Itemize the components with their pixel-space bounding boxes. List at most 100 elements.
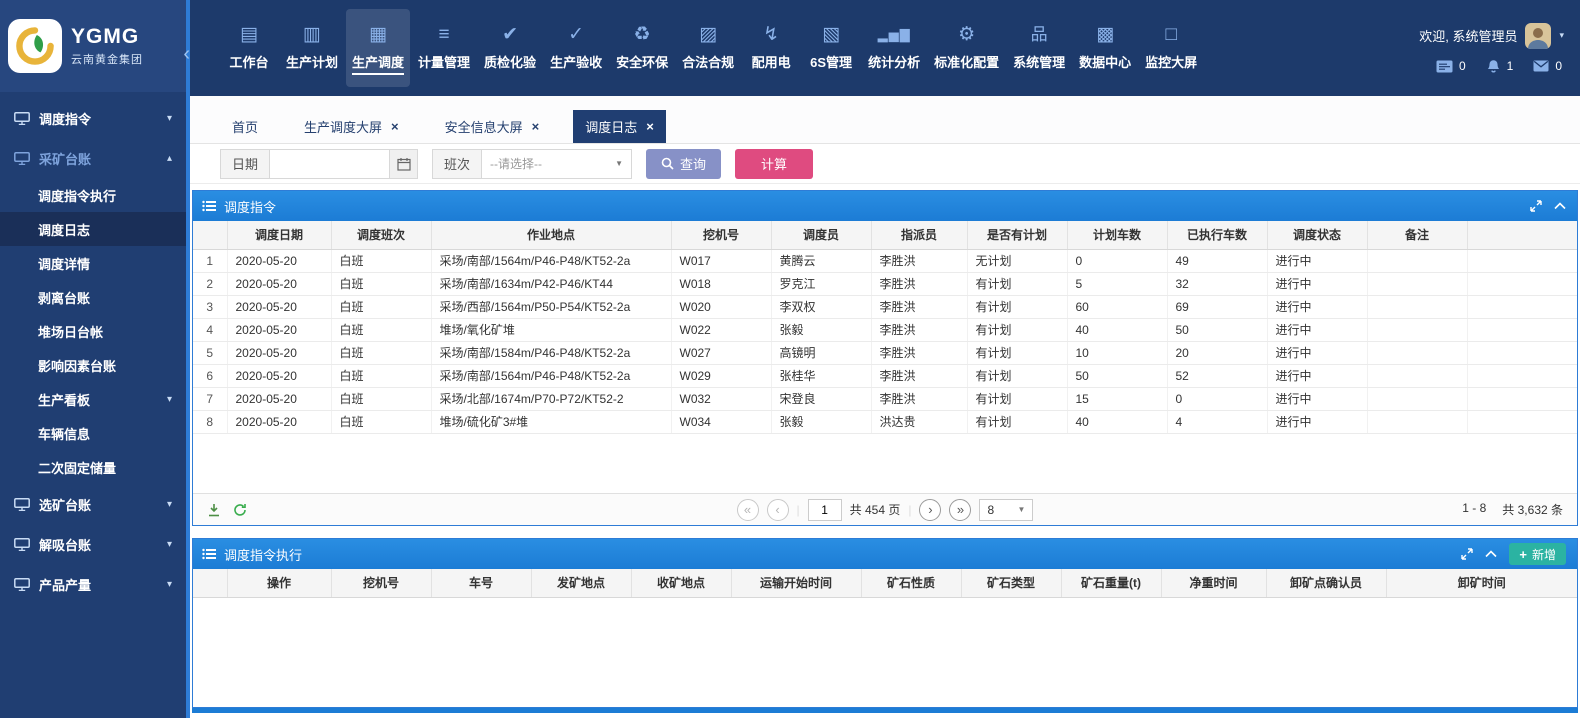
sidebar-collapse-icon[interactable]: ‹ xyxy=(183,44,190,64)
column-header[interactable]: 调度班次 xyxy=(331,221,431,249)
column-header[interactable]: 备注 xyxy=(1367,221,1467,249)
table-row[interactable]: 12020-05-20白班采场/南部/1564m/P46-P48/KT52-2a… xyxy=(193,249,1577,272)
sidebar-item[interactable]: 产品产量▾ xyxy=(0,564,186,604)
collapse-panel-icon[interactable] xyxy=(1485,550,1497,558)
search-button[interactable]: 查询 xyxy=(646,149,721,179)
calendar-icon[interactable] xyxy=(390,149,418,179)
sidebar-subitem[interactable]: 生产看板▾ xyxy=(0,382,186,416)
first-page-button[interactable]: « xyxy=(737,499,759,521)
table-row[interactable]: 42020-05-20白班堆场/氧化矿堆W022张毅李胜洪有计划4050进行中 xyxy=(193,318,1577,341)
user-menu[interactable]: 欢迎, 系统管理员 ▾ xyxy=(1419,23,1564,49)
sidebar-item[interactable]: 调度指令▾ xyxy=(0,98,186,138)
page-input[interactable] xyxy=(808,499,842,521)
fullscreen-icon[interactable] xyxy=(1530,200,1542,212)
column-header[interactable]: 收矿地点 xyxy=(631,569,731,597)
table-cell: 2020-05-20 xyxy=(227,410,331,433)
table-cell xyxy=(1367,341,1467,364)
prev-page-button[interactable]: ‹ xyxy=(767,499,789,521)
next-page-button[interactable]: › xyxy=(919,499,941,521)
sidebar-subitem[interactable]: 影响因素台账 xyxy=(0,348,186,382)
notification-badge[interactable]: 1 xyxy=(1486,59,1514,74)
top-nav-item[interactable]: ✓生产验收 xyxy=(544,9,608,87)
sidebar-subitem[interactable]: 调度日志 xyxy=(0,212,186,246)
column-header[interactable]: 调度状态 xyxy=(1267,221,1367,249)
top-nav-item[interactable]: ▨合法合规 xyxy=(676,9,740,87)
top-nav-item[interactable]: ▧6S管理 xyxy=(802,9,860,87)
table-row[interactable]: 62020-05-20白班采场/南部/1564m/P46-P48/KT52-2a… xyxy=(193,364,1577,387)
calc-button[interactable]: 计算 xyxy=(735,149,813,179)
fullscreen-icon[interactable] xyxy=(1461,548,1473,560)
top-nav-item[interactable]: ▤工作台 xyxy=(220,9,278,87)
collapse-panel-icon[interactable] xyxy=(1554,202,1566,210)
page-size-select[interactable]: 8 ▼ xyxy=(979,499,1033,521)
notification-badge[interactable]: 0 xyxy=(1533,59,1562,73)
refresh-icon[interactable] xyxy=(233,503,247,517)
last-page-button[interactable]: » xyxy=(949,499,971,521)
sidebar-subitem[interactable]: 二次固定储量 xyxy=(0,450,186,484)
top-nav-item[interactable]: ⚙标准化配置 xyxy=(928,9,1005,87)
tab-close-icon[interactable]: × xyxy=(532,120,540,133)
shift-select[interactable]: --请选择-- ▼ xyxy=(482,149,632,179)
column-header[interactable]: 卸矿时间 xyxy=(1386,569,1577,597)
column-header[interactable]: 矿石重量(t) xyxy=(1061,569,1161,597)
column-header[interactable]: 运输开始时间 xyxy=(731,569,861,597)
top-nav-item[interactable]: ↯配用电 xyxy=(742,9,800,87)
column-header[interactable]: 卸矿点确认员 xyxy=(1266,569,1386,597)
top-nav-item[interactable]: 品系统管理 xyxy=(1007,9,1071,87)
date-input[interactable] xyxy=(270,149,390,179)
column-header[interactable]: 作业地点 xyxy=(431,221,671,249)
table-row[interactable]: 82020-05-20白班堆场/硫化矿3#堆W034张毅洪达贵有计划404进行中 xyxy=(193,410,1577,433)
column-header[interactable]: 矿石性质 xyxy=(861,569,961,597)
column-header[interactable]: 指派员 xyxy=(871,221,967,249)
table-row[interactable]: 52020-05-20白班采场/南部/1584m/P46-P48/KT52-2a… xyxy=(193,341,1577,364)
column-header[interactable]: 计划车数 xyxy=(1067,221,1167,249)
top-nav-item[interactable]: ▦生产调度 xyxy=(346,9,410,87)
tab[interactable]: 生产调度大屏× xyxy=(292,110,411,143)
column-header[interactable]: 是否有计划 xyxy=(967,221,1067,249)
column-header[interactable]: 挖机号 xyxy=(671,221,771,249)
column-header[interactable]: 操作 xyxy=(227,569,331,597)
tab-close-icon[interactable]: × xyxy=(391,120,399,133)
tab[interactable]: 首页 xyxy=(220,110,270,143)
column-header[interactable]: 矿石类型 xyxy=(961,569,1061,597)
top-nav-item[interactable]: ♻安全环保 xyxy=(610,9,674,87)
tab-close-icon[interactable]: × xyxy=(646,120,654,133)
column-header[interactable]: 车号 xyxy=(431,569,531,597)
table-header-row: 操作挖机号车号发矿地点收矿地点运输开始时间矿石性质矿石类型矿石重量(t)净重时间… xyxy=(193,569,1577,597)
table-cell: 40 xyxy=(1067,318,1167,341)
notification-badge[interactable]: 0 xyxy=(1436,59,1466,73)
tab[interactable]: 调度日志× xyxy=(573,110,666,143)
top-nav-item[interactable]: ▩数据中心 xyxy=(1073,9,1137,87)
monitor-icon xyxy=(14,578,30,591)
top-nav-item[interactable]: ▂▅▇统计分析 xyxy=(862,9,926,87)
top-nav-item[interactable]: □监控大屏 xyxy=(1139,9,1203,87)
row-number-cell: 1 xyxy=(193,249,227,272)
table-row[interactable]: 22020-05-20白班采场/南部/1634m/P42-P46/KT44W01… xyxy=(193,272,1577,295)
download-icon[interactable] xyxy=(207,503,221,517)
sidebar-item[interactable]: 采矿台账▴ xyxy=(0,138,186,178)
sidebar-subitem[interactable]: 车辆信息 xyxy=(0,416,186,450)
pager-separator: | xyxy=(797,503,800,517)
column-header[interactable]: 发矿地点 xyxy=(531,569,631,597)
top-nav-item[interactable]: ▥生产计划 xyxy=(280,9,344,87)
column-header[interactable]: 调度日期 xyxy=(227,221,331,249)
column-header[interactable]: 挖机号 xyxy=(331,569,431,597)
column-header[interactable]: 已执行车数 xyxy=(1167,221,1267,249)
column-header[interactable]: 净重时间 xyxy=(1161,569,1266,597)
sidebar-subitem[interactable]: 调度指令执行 xyxy=(0,178,186,212)
sidebar-item[interactable]: 选矿台账▾ xyxy=(0,484,186,524)
table-cell: W034 xyxy=(671,410,771,433)
sidebar-subitem[interactable]: 调度详情 xyxy=(0,246,186,280)
shift-select-value: --请选择-- xyxy=(490,155,542,172)
top-nav-item[interactable]: ≡计量管理 xyxy=(412,9,476,87)
table-row[interactable]: 72020-05-20白班采场/北部/1674m/P70-P72/KT52-2W… xyxy=(193,387,1577,410)
column-header[interactable]: 调度员 xyxy=(771,221,871,249)
table-row[interactable]: 32020-05-20白班采场/西部/1564m/P50-P54/KT52-2a… xyxy=(193,295,1577,318)
add-button[interactable]: + 新增 xyxy=(1509,543,1566,565)
sidebar-item[interactable]: 解吸台账▾ xyxy=(0,524,186,564)
top-nav-item[interactable]: ✔质检化验 xyxy=(478,9,542,87)
tab[interactable]: 安全信息大屏× xyxy=(433,110,552,143)
sidebar-subitem[interactable]: 剥离台账 xyxy=(0,280,186,314)
sidebar-subitem[interactable]: 堆场日台帐 xyxy=(0,314,186,348)
avatar[interactable] xyxy=(1525,23,1551,49)
